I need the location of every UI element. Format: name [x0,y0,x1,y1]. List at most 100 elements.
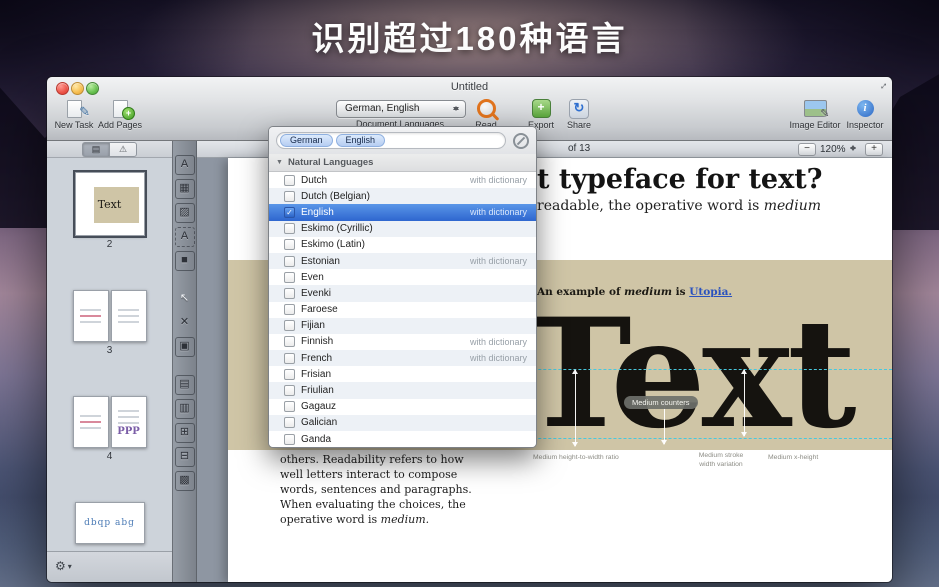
language-token-field[interactable]: German English [276,132,506,149]
section-header: ▼ Natural Languages [269,154,536,172]
language-name: Estonian [301,256,470,267]
select-tool-icon[interactable]: ↖ [175,289,195,309]
language-row-estonian[interactable]: Estonianwith dictionary [269,253,536,269]
zoom-out-button[interactable]: − [798,143,816,156]
language-row-evenki[interactable]: Evenki [269,285,536,301]
analyze-layout-icon[interactable]: ▩ [175,471,195,491]
language-list: Dutchwith dictionary Dutch (Belgian) ✓Engl… [269,172,536,447]
language-checkbox[interactable] [284,175,295,186]
pencil-icon: ✎ [79,104,90,120]
inspector-button[interactable]: i Inspector [842,97,888,130]
language-row-eskimo-latin[interactable]: Eskimo (Latin) [269,237,536,253]
language-checkbox[interactable] [284,320,295,331]
language-checkbox[interactable] [284,272,295,283]
language-checkbox[interactable] [284,256,295,267]
language-row-finnish[interactable]: Finnishwith dictionary [269,334,536,350]
language-row-even[interactable]: Even [269,269,536,285]
language-checkbox[interactable] [284,369,295,380]
document-paragraph: others. Readability refers to how well l… [280,452,486,527]
pages-tab[interactable]: ▤ [82,142,109,157]
dictionary-label: with dictionary [470,337,527,347]
delete-area-icon[interactable]: ✕ [175,313,195,333]
thumbnail-list: Text2 3 PPP4 dbqp abg [47,158,172,552]
language-row-ganda[interactable]: Ganda [269,431,536,447]
language-checkbox[interactable] [284,401,295,412]
image-editor-button[interactable]: ✎ Image Editor [784,97,846,130]
language-name: Dutch (Belgian) [301,191,527,202]
language-row-french[interactable]: Frenchwith dictionary [269,350,536,366]
sidebar: ▤ ⚠ Text2 3 PPP4 dbqp abg ⚙▾ [47,141,172,582]
language-checkbox[interactable] [284,417,295,428]
image-editor-label: Image Editor [784,120,846,130]
add-table-column-icon[interactable]: ▥ [175,399,195,419]
share-button[interactable]: ↻ Share [559,97,599,130]
disclosure-triangle-icon[interactable]: ▼ [276,159,283,166]
clear-button[interactable] [513,133,529,149]
language-row-eskimo-cyrillic[interactable]: Eskimo (Cyrillic) [269,221,536,237]
page-thumbnail-3[interactable]: 3 [47,290,172,356]
close-button[interactable] [56,82,69,95]
language-checkbox[interactable] [284,385,295,396]
dictionary-label: with dictionary [470,353,527,363]
minimize-button[interactable] [71,82,84,95]
page-thumbnail-pos4[interactable]: dbqp abg [47,502,172,544]
language-name: French [301,353,470,364]
merge-cells-icon[interactable]: ⊟ [175,447,195,467]
maximize-button[interactable] [86,82,99,95]
page-number: 4 [47,451,172,462]
xheight-arrow [744,370,745,436]
height-arrow [575,370,576,446]
language-checkbox[interactable]: ✓ [284,207,295,218]
thumbnail-page-left [73,290,109,342]
language-row-friulian[interactable]: Friulian [269,382,536,398]
language-token-english[interactable]: English [336,134,386,147]
language-checkbox[interactable] [284,239,295,250]
add-pages-button[interactable]: + Add Pages [97,97,143,130]
language-checkbox[interactable] [284,304,295,315]
language-row-english[interactable]: ✓Englishwith dictionary [269,204,536,220]
language-checkbox[interactable] [284,288,295,299]
language-row-gagauz[interactable]: Gagauz [269,399,536,415]
page-thumbnail-2[interactable]: Text2 [47,172,172,250]
language-token-german[interactable]: German [280,134,333,147]
zoom-in-button[interactable]: + [865,143,883,156]
inspector-icon: i [857,100,874,117]
copy-area-icon[interactable]: ▣ [175,337,195,357]
document-languages-dropdown[interactable]: German, English [336,100,466,118]
dropdown-arrows-icon [452,103,461,114]
language-name: Faroese [301,304,527,315]
language-checkbox[interactable] [284,336,295,347]
action-menu-button[interactable]: ⚙▾ [55,559,72,573]
language-checkbox[interactable] [284,223,295,234]
draw-background-area-icon[interactable]: ■ [175,251,195,271]
language-name: Eskimo (Cyrillic) [301,223,527,234]
language-name: Finnish [301,336,470,347]
draw-recognition-area-icon[interactable]: A [175,227,195,247]
image-editor-icon: ✎ [804,100,827,117]
language-checkbox[interactable] [284,353,295,364]
zoom-level[interactable]: 120% [820,143,857,155]
new-task-button[interactable]: ✎ New Task [53,97,95,130]
language-row-fijian[interactable]: Fijian [269,318,536,334]
language-row-frisian[interactable]: Frisian [269,366,536,382]
language-row-faroese[interactable]: Faroese [269,302,536,318]
add-table-row-icon[interactable]: ▤ [175,375,195,395]
marketing-headline: 识别超过180种语言 [0,12,939,60]
split-cells-icon[interactable]: ⊞ [175,423,195,443]
language-row-dutch-belgian[interactable]: Dutch (Belgian) [269,188,536,204]
desktop: 识别超过180种语言 Untitled ↕ ✎ New Task + Add P… [0,0,939,587]
draw-text-area-icon[interactable]: A [175,155,195,175]
language-checkbox[interactable] [284,191,295,202]
language-checkbox[interactable] [284,434,295,445]
annotation-xheight: Medium x-height [768,454,848,463]
language-row-dutch[interactable]: Dutchwith dictionary [269,172,536,188]
dictionary-label: with dictionary [470,175,527,185]
errors-tab[interactable]: ⚠ [109,142,137,157]
thumbnail-page: dbqp abg [75,502,145,544]
language-row-galician[interactable]: Galician [269,415,536,431]
draw-table-area-icon[interactable]: ▦ [175,179,195,199]
language-name: Eskimo (Latin) [301,239,527,250]
page-thumbnail-4[interactable]: PPP4 [47,396,172,462]
draw-picture-area-icon[interactable]: ▨ [175,203,195,223]
pages-tab-icon: ▤ [92,144,101,154]
